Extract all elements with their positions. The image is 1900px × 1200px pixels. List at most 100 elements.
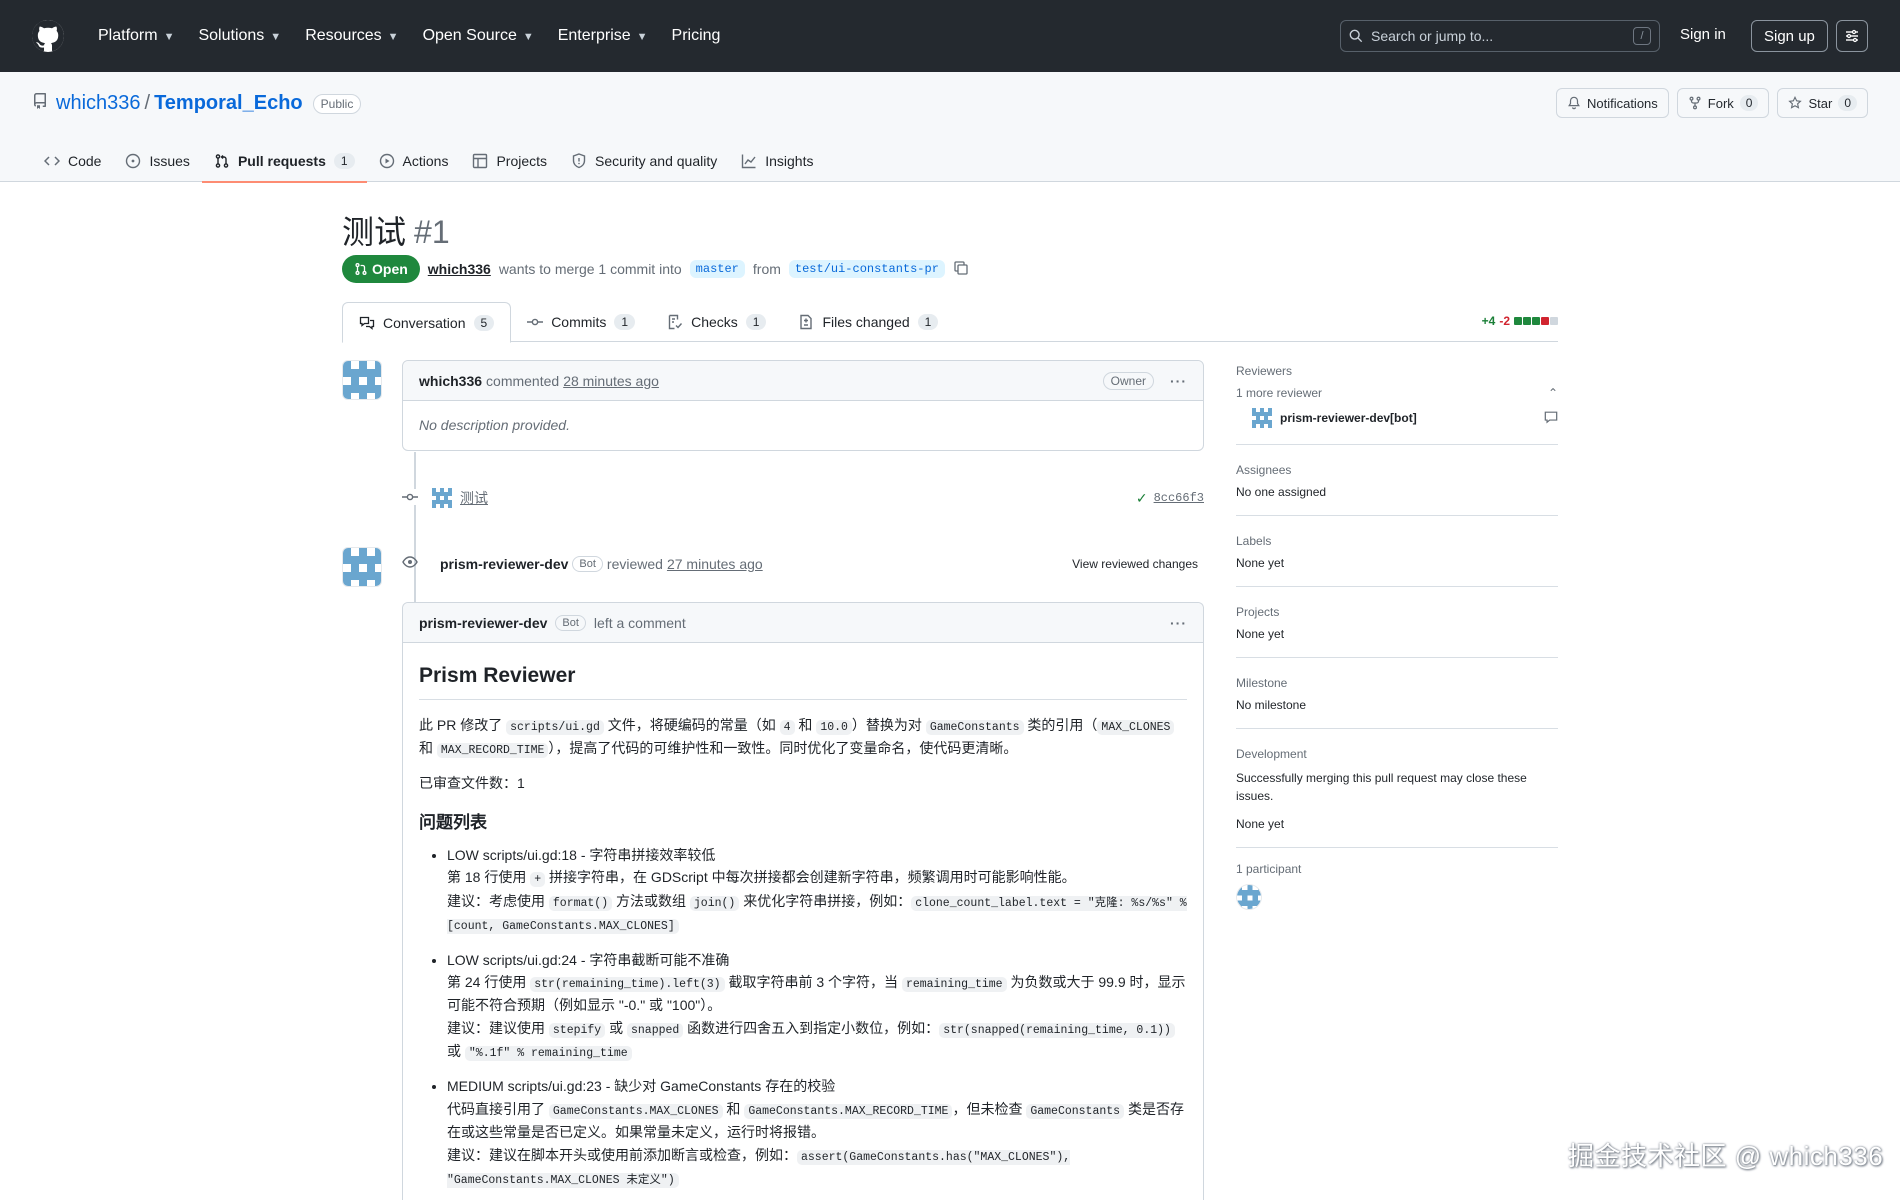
comment-time[interactable]: 28 minutes ago: [563, 373, 659, 389]
issue-text: 代码直接引用了: [447, 1100, 549, 1117]
tab-label: Pull requests: [237, 153, 326, 169]
issue-text: 或: [605, 1019, 627, 1036]
nav-enterprise[interactable]: Enterprise ▼: [548, 21, 658, 51]
sidebar-title[interactable]: Development: [1236, 747, 1558, 761]
search-input[interactable]: Search or jump to... /: [1340, 20, 1660, 52]
sidebar-development: Development Successfully merging this pu…: [1236, 743, 1558, 848]
tab-pull-requests[interactable]: Pull requests 1: [201, 140, 367, 183]
nav-platform[interactable]: Platform ▼: [88, 21, 184, 51]
reviewer-name[interactable]: prism-reviewer-dev: [440, 556, 568, 572]
sidebar-title[interactable]: Labels: [1236, 534, 1558, 548]
inline-code: +: [530, 872, 546, 888]
repo-actions: Notifications Fork 0 Star 0: [1555, 88, 1868, 118]
tab-commits[interactable]: Commits 1: [511, 302, 651, 342]
pr-merge-text: wants to merge 1 commit into: [498, 261, 682, 277]
review-time[interactable]: 27 minutes ago: [667, 556, 763, 572]
pr-state-badge: Open: [342, 255, 420, 283]
tab-code[interactable]: Code: [32, 140, 113, 182]
issue-text: ，但未检查: [952, 1100, 1027, 1117]
issue-text: 第 18 行使用: [447, 869, 531, 886]
sidebar-title[interactable]: Projects: [1236, 605, 1558, 619]
review-event: prism-reviewer-dev Bot reviewed 27 minut…: [402, 554, 1198, 573]
sidebar-title[interactable]: Reviewers: [1236, 364, 1558, 378]
base-branch[interactable]: master: [689, 260, 745, 278]
tab-count: 1: [745, 314, 767, 330]
diff-block-deleted: [1541, 317, 1549, 325]
notifications-button[interactable]: Notifications: [1555, 88, 1669, 118]
repo-icon: [32, 92, 48, 115]
fork-button[interactable]: Fork 0: [1676, 88, 1770, 118]
table-icon: [473, 153, 488, 169]
avatar[interactable]: [342, 360, 382, 400]
tab-files-changed[interactable]: Files changed 1: [782, 302, 954, 342]
nav-resources[interactable]: Resources ▼: [295, 21, 408, 51]
pull-request-icon: [355, 263, 367, 275]
comment-author[interactable]: which336: [419, 373, 482, 389]
tab-insights[interactable]: Insights: [729, 140, 825, 182]
tab-projects[interactable]: Projects: [460, 140, 559, 182]
nav-label: Platform: [98, 27, 158, 44]
search-placeholder: Search or jump to...: [1371, 28, 1494, 44]
inline-code: 10.0: [816, 719, 852, 735]
issue-suggestion: 建议：建议在脚本开头或使用前添加断言或检查，例如： assert(GameCons…: [447, 1144, 1187, 1191]
nav-pricing[interactable]: Pricing: [662, 21, 731, 51]
menu-button[interactable]: [1836, 20, 1868, 52]
commit-sha-area: ✓ 8cc66f3: [1136, 490, 1204, 507]
repo-tabs: Code Issues Pull requests 1 Actions Proj…: [32, 140, 825, 183]
inline-code: GameConstants: [925, 719, 1024, 735]
sidebar-milestone: Milestone No milestone: [1236, 672, 1558, 729]
nav-open-source[interactable]: Open Source ▼: [413, 21, 544, 51]
comment-author[interactable]: prism-reviewer-dev: [419, 615, 547, 631]
commit-sha-link[interactable]: 8cc66f3: [1154, 491, 1204, 505]
check-icon[interactable]: ✓: [1136, 490, 1148, 507]
repo-title: which336 / Temporal_Echo Public: [32, 92, 362, 115]
more-reviewers-label: 1 more reviewer: [1236, 386, 1323, 400]
play-icon: [379, 153, 394, 169]
nav-solutions[interactable]: Solutions ▼: [188, 21, 291, 51]
comment-body: Prism Reviewer 此 PR 修改了 scripts/ui.gd 文件…: [403, 643, 1203, 1190]
tab-label: Conversation: [383, 314, 466, 331]
tab-label: Actions: [402, 153, 449, 169]
tab-issues[interactable]: Issues: [113, 140, 201, 182]
tab-conversation[interactable]: Conversation 5: [342, 302, 512, 343]
issue-text: 拼接字符串，在 GDScript 中每次拼接都会创建新字符串，频繁调用时可能影响…: [545, 869, 1076, 886]
avatar[interactable]: [432, 488, 452, 508]
commit-message-link[interactable]: 测试: [460, 488, 488, 508]
list-item: LOW scripts/ui.gd:18 - 字符串拼接效率较低 第 18 行使…: [447, 844, 1187, 937]
list-item: LOW scripts/ui.gd:24 - 字符串截断可能不准确 第 24 行…: [447, 949, 1187, 1064]
pr-sidebar: Reviewers 1 more reviewer ⌃ prism-review…: [1236, 360, 1558, 913]
tab-actions[interactable]: Actions: [367, 140, 461, 182]
kebab-menu-icon[interactable]: ···: [1170, 373, 1187, 389]
sign-up-button[interactable]: Sign up: [1751, 20, 1828, 52]
tab-security[interactable]: Security and quality: [559, 140, 729, 182]
chevron-down-icon: ▼: [522, 31, 534, 43]
sidebar-title[interactable]: Milestone: [1236, 676, 1558, 690]
pr-author-link[interactable]: which336: [428, 261, 491, 277]
view-reviewed-changes-button[interactable]: View reviewed changes: [1072, 557, 1198, 571]
summary-text: 类的引用（: [1023, 716, 1098, 733]
repo-owner-link[interactable]: which336: [56, 92, 141, 115]
nav-label: Enterprise: [557, 27, 631, 44]
repo-name-link[interactable]: Temporal_Echo: [154, 92, 303, 115]
tab-checks[interactable]: Checks 1: [651, 302, 782, 342]
inline-code: GameConstants: [1026, 1103, 1125, 1119]
head-branch[interactable]: test/ui-constants-pr: [788, 260, 945, 278]
pr-number: #1: [414, 214, 450, 250]
issue-text: 建议：建议使用: [447, 1019, 549, 1036]
sidebar-title[interactable]: Assignees: [1236, 463, 1558, 477]
avatar[interactable]: [1252, 408, 1272, 428]
github-logo-icon[interactable]: [32, 20, 64, 52]
participant-avatar[interactable]: [1236, 884, 1262, 910]
avatar[interactable]: [342, 547, 382, 587]
fork-count: 0: [1739, 95, 1759, 111]
more-reviewers-toggle[interactable]: 1 more reviewer ⌃: [1236, 386, 1558, 400]
star-button[interactable]: Star 0: [1777, 88, 1868, 118]
kebab-menu-icon[interactable]: ···: [1170, 615, 1187, 631]
reviewer-name[interactable]: prism-reviewer-dev[bot]: [1280, 411, 1417, 425]
star-count: 0: [1838, 95, 1857, 111]
sign-in-link[interactable]: Sign in: [1680, 26, 1726, 43]
bot-badge: Bot: [572, 555, 603, 572]
comment-icon[interactable]: [1544, 410, 1558, 427]
copy-icon[interactable]: [953, 260, 969, 279]
diff-block-added: [1532, 317, 1540, 325]
